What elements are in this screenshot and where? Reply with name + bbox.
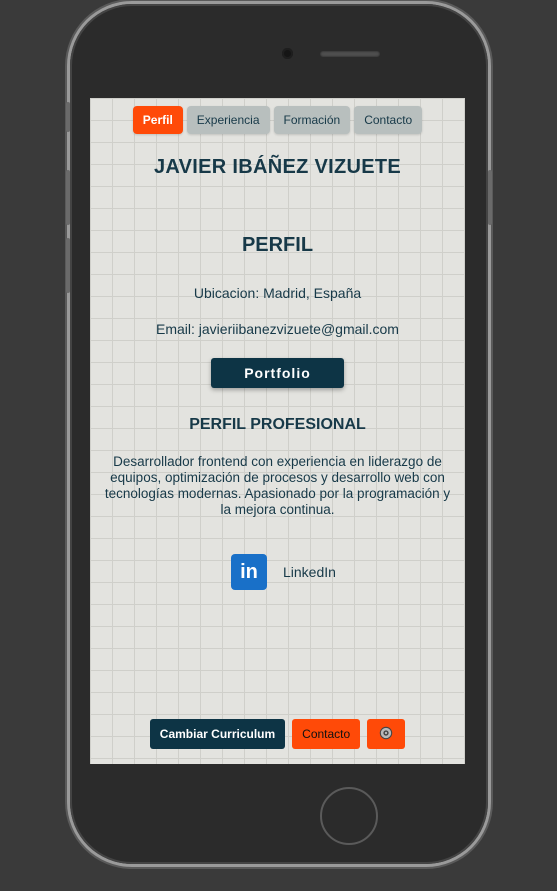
email-text: Email: javieriibanezvizuete@gmail.com	[156, 321, 399, 337]
profile-name: JAVIER IBÁÑEZ VIZUETE	[153, 156, 402, 178]
earpiece-speaker	[320, 51, 380, 57]
location-text: Ubicacion: Madrid, España	[193, 285, 362, 301]
front-camera	[282, 48, 293, 59]
nav-experiencia[interactable]: Experiencia	[186, 106, 270, 134]
top-nav: Perfil Experiencia Formación Contacto	[90, 106, 465, 134]
linkedin-icon: in	[231, 554, 267, 590]
side-power-button	[488, 170, 492, 225]
linkedin-label: LinkedIn	[283, 564, 336, 580]
profile-description: Desarrollador frontend con experiencia e…	[104, 454, 451, 517]
contact-button[interactable]: Contacto	[292, 719, 361, 749]
gear-icon	[379, 726, 393, 739]
settings-button[interactable]	[367, 719, 406, 749]
side-mute-switch	[66, 102, 70, 132]
change-cv-button[interactable]: Cambiar Curriculum	[149, 719, 286, 749]
section-title: PERFIL	[241, 234, 314, 256]
footer-actions: Cambiar Curriculum Contacto	[90, 719, 465, 749]
nav-perfil[interactable]: Perfil	[132, 106, 183, 134]
professional-profile-title: PERFIL PROFESIONAL	[189, 416, 366, 433]
side-volume-down	[66, 238, 70, 293]
nav-formacion[interactable]: Formación	[273, 106, 351, 134]
portfolio-button[interactable]: Portfolio	[211, 358, 344, 388]
screen: Perfil Experiencia Formación Contacto JA…	[90, 98, 465, 764]
side-volume-up	[66, 170, 70, 225]
linkedin-link[interactable]: in LinkedIn	[231, 554, 336, 590]
home-button[interactable]	[320, 787, 378, 845]
nav-contacto[interactable]: Contacto	[354, 106, 423, 134]
